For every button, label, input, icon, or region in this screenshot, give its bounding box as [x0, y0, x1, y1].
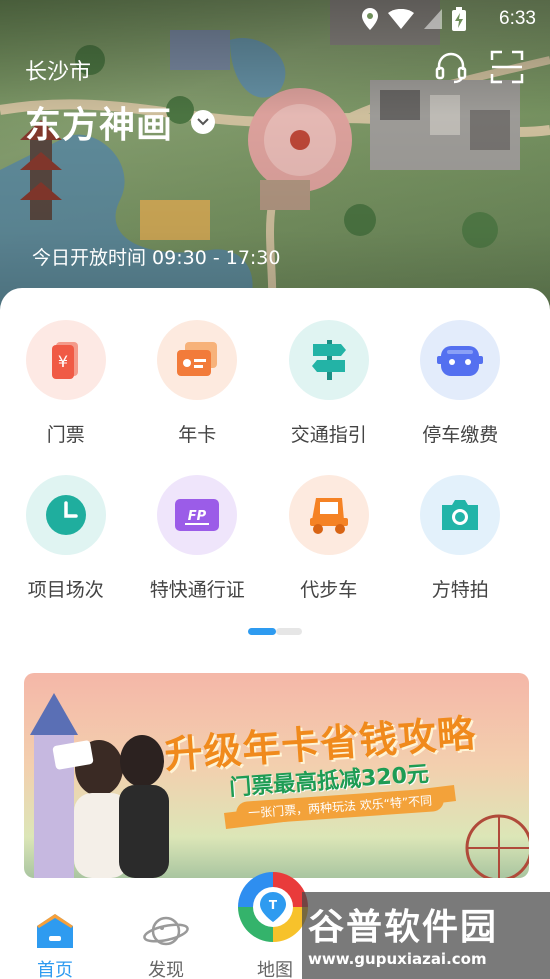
cart-icon — [288, 475, 369, 555]
city-selector[interactable]: 长沙市 — [25, 54, 91, 86]
tab-map-label: 地图 — [257, 960, 293, 979]
service-label: 代步车 — [300, 579, 358, 601]
watermark-text: 谷普软件园 — [308, 907, 499, 948]
service-label: 方特拍 — [431, 579, 489, 601]
status-bar: 6:33 — [0, 0, 550, 40]
annual-card-icon — [157, 320, 238, 400]
status-icons — [362, 7, 466, 31]
home-icon — [37, 914, 73, 948]
service-show-times[interactable]: 项目场次 — [0, 475, 132, 602]
scan-icon — [490, 50, 524, 84]
chevron-down-icon[interactable] — [191, 110, 216, 134]
service-photo[interactable]: 方特拍 — [395, 475, 527, 602]
tab-home-label: 首页 — [37, 960, 73, 979]
fast-pass-icon: FP — [157, 475, 238, 555]
headset-icon — [435, 52, 467, 84]
page-dot — [276, 628, 302, 635]
clock-icon — [25, 475, 106, 555]
service-label: 门票 — [46, 424, 85, 446]
watermark-url: www.gupuxiazai.com — [308, 950, 487, 968]
service-ticket[interactable]: ¥ 门票 — [0, 320, 132, 447]
planet-icon — [143, 916, 189, 946]
parking-car-icon — [420, 320, 501, 400]
service-traffic-guide[interactable]: 交通指引 — [263, 320, 395, 447]
svg-text:FP: FP — [188, 509, 207, 524]
service-label: 特快通行证 — [149, 579, 245, 601]
services-grid: ¥ 门票 年卡 交通指引 停车缴费 项目场次 FP 特快通行证 代步车 方特拍 — [0, 320, 550, 602]
park-name: 东方神画 — [25, 105, 174, 146]
svg-text:¥: ¥ — [58, 352, 68, 371]
service-annual-card[interactable]: 年卡 — [132, 320, 264, 447]
wifi-icon — [388, 9, 414, 29]
customer-service-button[interactable] — [434, 50, 468, 84]
services-card: ¥ 门票 年卡 交通指引 停车缴费 项目场次 FP 特快通行证 代步车 方特拍 … — [0, 288, 550, 888]
service-label: 项目场次 — [27, 579, 104, 601]
service-label: 停车缴费 — [422, 424, 499, 446]
service-label: 年卡 — [178, 424, 217, 446]
signpost-icon — [288, 320, 369, 400]
tab-home[interactable]: 首页 — [10, 912, 100, 979]
service-fast-pass[interactable]: FP 特快通行证 — [132, 475, 264, 602]
battery-icon — [452, 7, 466, 31]
page-indicator — [248, 628, 302, 635]
scan-button[interactable] — [490, 50, 524, 84]
page-dot-active — [248, 628, 276, 635]
watermark: 谷普软件园 www.gupuxiazai.com — [302, 892, 550, 979]
service-scooter[interactable]: 代步车 — [263, 475, 395, 602]
svg-text:T: T — [269, 898, 278, 912]
map-fab-button[interactable]: T — [238, 872, 308, 942]
location-icon — [362, 8, 378, 30]
park-selector[interactable]: 东方神画 — [25, 96, 216, 148]
tab-discover[interactable]: 发现 — [121, 912, 211, 979]
ticket-icon: ¥ — [25, 320, 106, 400]
service-label: 交通指引 — [290, 424, 367, 446]
signal-icon — [424, 9, 442, 29]
tab-discover-label: 发现 — [148, 960, 184, 979]
status-time: 6:33 — [499, 8, 536, 29]
service-parking[interactable]: 停车缴费 — [395, 320, 527, 447]
open-hours: 今日开放时间 09:30 - 17:30 — [32, 247, 281, 269]
camera-icon — [420, 475, 501, 555]
promo-banner[interactable]: 升级年卡省钱攻略 门票最高抵减320元 一张门票，两种玩法 欢乐“特”不同 — [24, 673, 529, 878]
map-pin-icon: T — [253, 887, 293, 927]
